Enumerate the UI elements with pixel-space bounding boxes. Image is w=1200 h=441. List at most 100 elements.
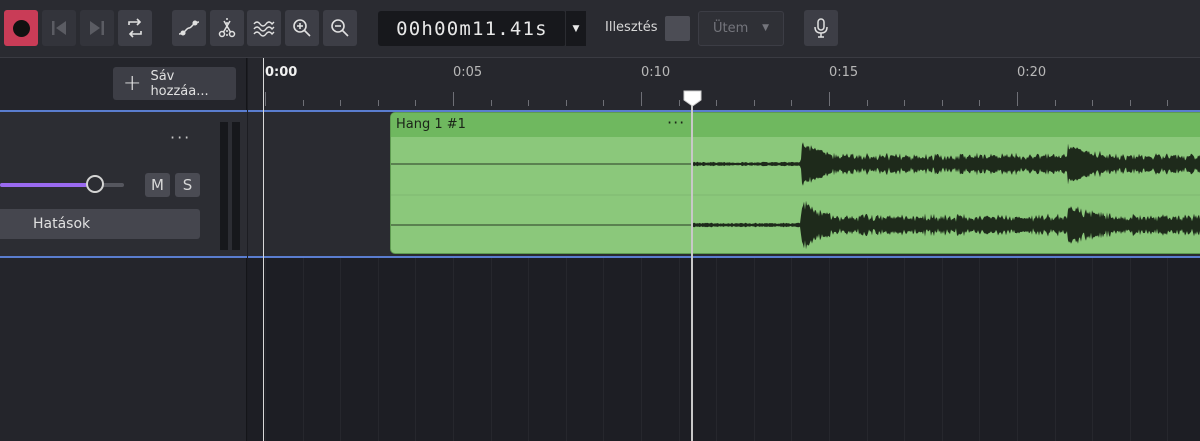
grid-line bbox=[1017, 258, 1018, 441]
volume-slider[interactable] bbox=[0, 183, 124, 187]
grid-line bbox=[979, 258, 980, 441]
grid-line bbox=[528, 258, 529, 441]
grid-line bbox=[265, 258, 266, 441]
effects-label: Hatások bbox=[33, 216, 90, 232]
track-header[interactable]: ··· M S Hatások bbox=[0, 110, 247, 258]
zoom-in-icon bbox=[292, 18, 312, 38]
ruler-tick bbox=[1130, 100, 1131, 106]
ruler-tick bbox=[303, 100, 304, 106]
time-ruler[interactable]: 0:00 0:05 0:10 0:15 0:20 bbox=[248, 58, 1200, 110]
audio-clip[interactable]: Hang 1 #1 ··· bbox=[390, 112, 1200, 254]
zoom-in-button[interactable] bbox=[285, 10, 319, 46]
ruler-label: 0:20 bbox=[1017, 65, 1046, 80]
ruler-tick bbox=[829, 92, 830, 106]
automation-button[interactable] bbox=[172, 10, 206, 46]
chevron-down-icon: ▼ bbox=[762, 23, 769, 33]
more-options-icon[interactable]: ··· bbox=[170, 128, 191, 147]
effects-button[interactable]: Hatások bbox=[0, 209, 200, 239]
playhead-handle[interactable] bbox=[682, 90, 703, 107]
solo-button[interactable]: S bbox=[175, 173, 200, 197]
plus-icon: + bbox=[123, 73, 141, 95]
grid-line bbox=[1130, 258, 1131, 441]
ruler-label: 0:10 bbox=[641, 65, 670, 80]
time-display[interactable]: 00h00m11.41s bbox=[378, 11, 566, 46]
add-track-label: Sáv hozzáa... bbox=[150, 69, 236, 99]
grid-line bbox=[791, 258, 792, 441]
grid-line bbox=[1092, 258, 1093, 441]
zoom-out-icon bbox=[330, 18, 350, 38]
ruler-label: 0:15 bbox=[829, 65, 858, 80]
split-button[interactable] bbox=[210, 10, 244, 46]
empty-timeline-area[interactable] bbox=[248, 258, 1200, 441]
ruler-tick bbox=[1092, 100, 1093, 106]
ruler-tick bbox=[904, 100, 905, 106]
microphone-icon bbox=[812, 17, 830, 39]
ruler-tick bbox=[679, 100, 680, 106]
track-header-column: + Sáv hozzáa... ··· M S Hatások bbox=[0, 58, 247, 441]
ruler-tick bbox=[340, 100, 341, 106]
waves-icon bbox=[252, 18, 276, 38]
playhead-line[interactable] bbox=[691, 94, 693, 441]
grid-line bbox=[603, 258, 604, 441]
record-button[interactable] bbox=[4, 10, 38, 46]
add-track-button[interactable]: + Sáv hozzáa... bbox=[113, 67, 236, 100]
grid-line bbox=[303, 258, 304, 441]
grid-line bbox=[340, 258, 341, 441]
automation-curve-icon bbox=[177, 18, 201, 38]
level-meter-right bbox=[232, 122, 240, 250]
snap-checkbox[interactable] bbox=[665, 16, 690, 41]
microphone-button[interactable] bbox=[804, 10, 838, 46]
grid-line bbox=[1055, 258, 1056, 441]
zoom-out-button[interactable] bbox=[323, 10, 357, 46]
ruler-tick bbox=[528, 100, 529, 106]
level-meter-left bbox=[220, 122, 228, 250]
chevron-down-icon: ▼ bbox=[573, 24, 580, 34]
clip-title: Hang 1 #1 bbox=[396, 117, 466, 132]
ruler-label: 0:00 bbox=[265, 65, 297, 80]
ruler-tick bbox=[415, 100, 416, 106]
skip-back-button[interactable] bbox=[42, 10, 76, 46]
ruler-tick bbox=[378, 100, 379, 106]
ruler-tick bbox=[942, 100, 943, 106]
grid-line bbox=[1167, 258, 1168, 441]
fade-button[interactable] bbox=[247, 10, 281, 46]
ruler-tick bbox=[641, 92, 642, 106]
volume-slider-thumb[interactable] bbox=[86, 175, 104, 193]
loop-icon bbox=[124, 17, 146, 39]
ruler-tick bbox=[603, 100, 604, 106]
skip-forward-icon bbox=[87, 19, 107, 37]
audio-editor-window: 00h00m11.41s ▼ Illesztés Ütem ▼ + Sáv ho… bbox=[0, 0, 1200, 441]
grid-line bbox=[453, 258, 454, 441]
snap-label: Illesztés bbox=[605, 20, 658, 35]
scissors-icon bbox=[216, 17, 238, 39]
grid-line bbox=[904, 258, 905, 441]
grid-line bbox=[942, 258, 943, 441]
ruler-tick bbox=[716, 100, 717, 106]
ruler-tick bbox=[791, 100, 792, 106]
ruler-tick bbox=[754, 100, 755, 106]
timeline[interactable]: 0:00 0:05 0:10 0:15 0:20 Hang 1 #1 ··· bbox=[248, 58, 1200, 441]
grid-select[interactable]: Ütem ▼ bbox=[698, 11, 784, 46]
mute-button[interactable]: M bbox=[145, 173, 170, 197]
toolbar: 00h00m11.41s ▼ Illesztés Ütem ▼ bbox=[0, 0, 1200, 58]
grid-line bbox=[754, 258, 755, 441]
ruler-tick bbox=[1017, 92, 1018, 106]
waveform bbox=[391, 137, 1200, 253]
clip-header[interactable]: Hang 1 #1 ··· bbox=[391, 113, 1200, 137]
volume-slider-fill bbox=[0, 183, 87, 187]
ruler-tick bbox=[491, 100, 492, 106]
loop-button[interactable] bbox=[118, 10, 152, 46]
grid-line bbox=[829, 258, 830, 441]
grid-line bbox=[415, 258, 416, 441]
ruler-tick bbox=[566, 100, 567, 106]
grid-select-value: Ütem bbox=[713, 21, 748, 36]
skip-forward-button[interactable] bbox=[80, 10, 114, 46]
grid-line bbox=[867, 258, 868, 441]
ruler-tick bbox=[265, 92, 266, 106]
grid-line bbox=[641, 258, 642, 441]
ruler-tick bbox=[1055, 100, 1056, 106]
ruler-label: 0:05 bbox=[453, 65, 482, 80]
grid-line bbox=[679, 258, 680, 441]
more-options-icon[interactable]: ··· bbox=[667, 113, 685, 132]
time-format-dropdown[interactable]: ▼ bbox=[565, 11, 586, 46]
